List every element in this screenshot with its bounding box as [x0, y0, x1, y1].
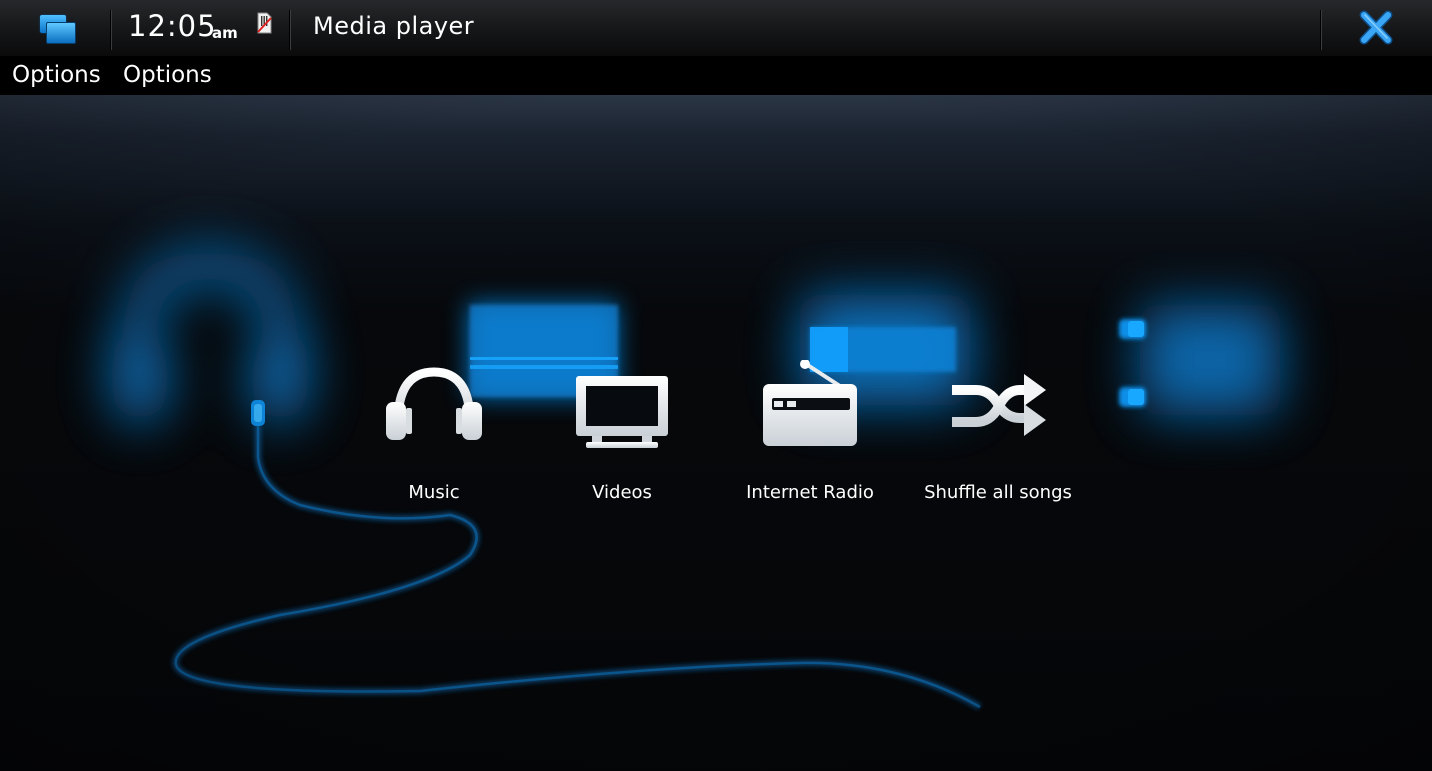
- title-bar: 12:05 am Media player: [0, 0, 1432, 57]
- menu-entry-music[interactable]: Music: [340, 350, 528, 510]
- menu-entry-label: Videos: [592, 482, 652, 503]
- clock-time[interactable]: 12:05: [128, 9, 217, 43]
- radio-icon: [763, 360, 857, 446]
- shuffle-icon: [952, 374, 1046, 436]
- media-player-screen: 12:05 am Media player Options Options Mu…: [0, 0, 1432, 771]
- menu-options-2[interactable]: Options: [123, 62, 212, 88]
- menu-entry-shuffle-all-songs[interactable]: Shuffle all songs: [904, 350, 1092, 510]
- sim-card-missing-icon: [257, 12, 272, 34]
- menu-options-1[interactable]: Options: [12, 62, 101, 88]
- menu-entry-videos[interactable]: Videos: [528, 350, 716, 510]
- clock-ampm: am: [212, 24, 238, 42]
- menu-entry-label: Shuffle all songs: [924, 482, 1072, 503]
- menu-bar: Options Options: [0, 57, 1432, 95]
- tv-icon: [576, 376, 668, 448]
- title-separator: [110, 10, 112, 50]
- menu-entry-label: Music: [408, 482, 460, 503]
- close-icon: [1359, 10, 1393, 45]
- close-button[interactable]: [1352, 8, 1400, 48]
- menu-entry-label: Internet Radio: [746, 482, 874, 503]
- main-area: Music Videos Internet Radio Shuffle all …: [0, 95, 1432, 771]
- task-switcher-button[interactable]: [22, 6, 90, 50]
- menu-entry-internet-radio[interactable]: Internet Radio: [716, 350, 904, 510]
- title-separator: [1320, 10, 1322, 50]
- window-title: Media player: [313, 12, 475, 40]
- headphones-icon: [386, 367, 482, 440]
- title-separator: [289, 10, 291, 50]
